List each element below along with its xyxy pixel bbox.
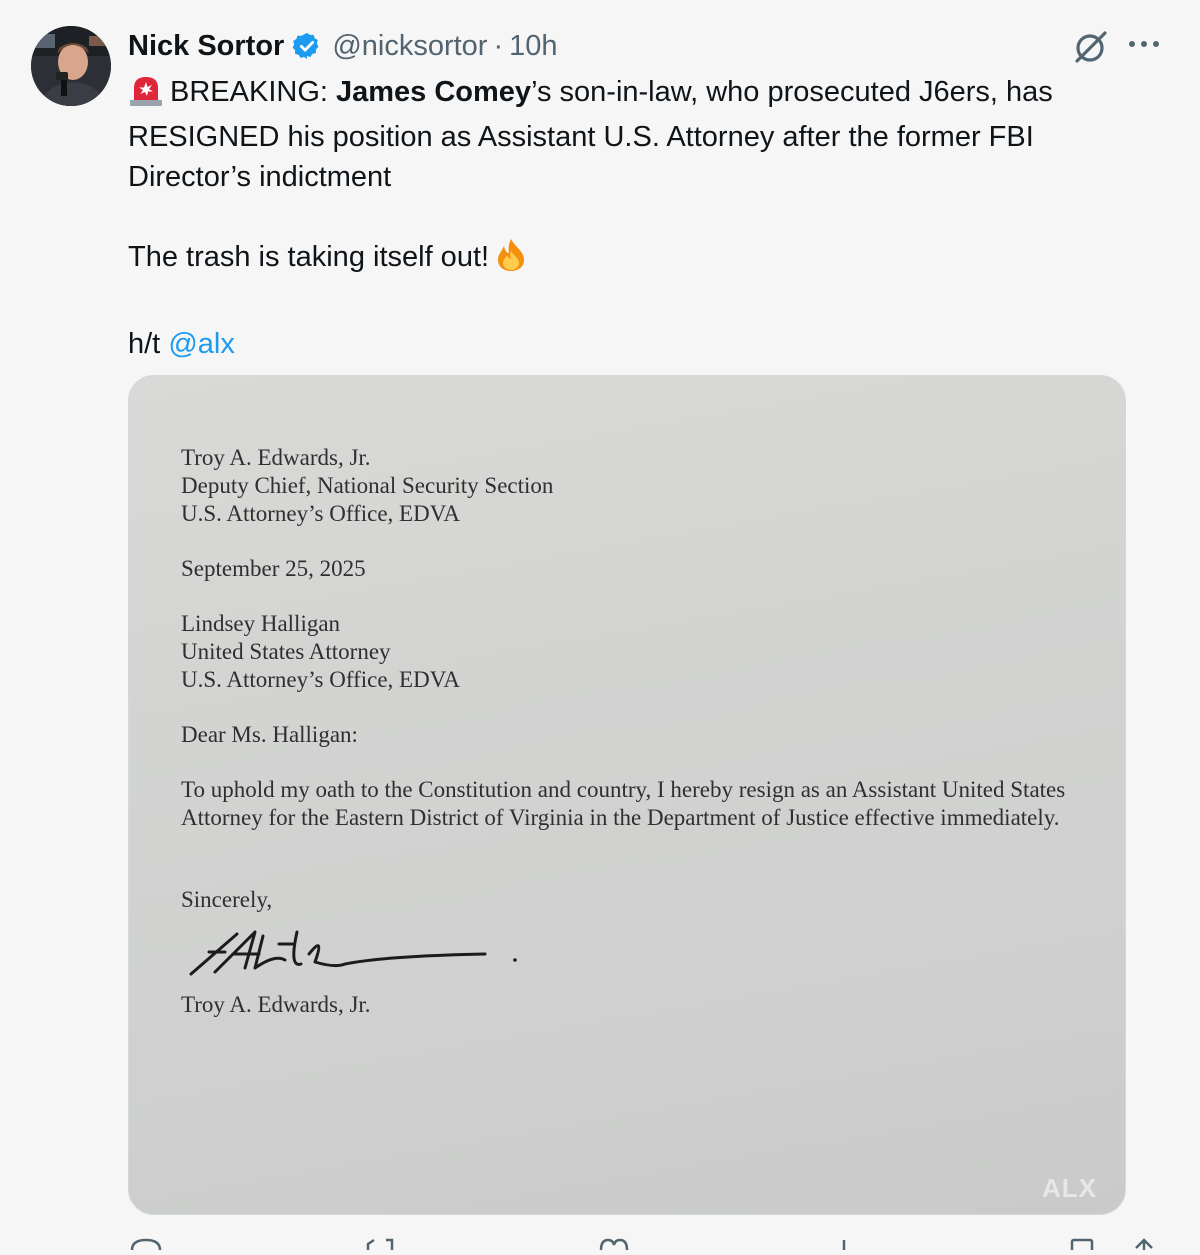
rotating-light-emoji xyxy=(128,74,164,117)
bookmark-icon[interactable] xyxy=(1068,1236,1096,1255)
fire-emoji xyxy=(493,237,529,284)
attached-image[interactable]: Troy A. Edwards, Jr. Deputy Chief, Natio… xyxy=(128,375,1126,1215)
grok-icon[interactable] xyxy=(1072,28,1110,71)
tweet-text: BREAKING: James Comey’s son-in-law, who … xyxy=(128,72,1128,364)
resignation-letter: Troy A. Edwards, Jr. Deputy Chief, Natio… xyxy=(181,444,1111,914)
letter-recipient-title: United States Attorney xyxy=(181,639,391,664)
author-handle[interactable]: @nicksortor xyxy=(332,28,487,64)
letter-signature-name: Troy A. Edwards, Jr. xyxy=(181,992,371,1017)
letter-recipient-name: Lindsey Halligan xyxy=(181,611,341,636)
tweet-paragraph-1: BREAKING: James Comey’s son-in-law, who … xyxy=(128,72,1128,197)
verified-badge-icon[interactable] xyxy=(292,31,322,61)
author-name[interactable]: Nick Sortor xyxy=(128,28,284,64)
mention-link[interactable]: @alx xyxy=(168,328,235,360)
reply-icon[interactable] xyxy=(130,1236,162,1255)
letter-sender-name: Troy A. Edwards, Jr. xyxy=(181,445,371,470)
letter-body-line-1: To uphold my oath to the Constitution an… xyxy=(181,777,1066,802)
breaking-prefix: BREAKING: xyxy=(170,76,336,108)
letter-sender-title: Deputy Chief, National Security Section xyxy=(181,473,554,498)
author-avatar[interactable] xyxy=(31,26,111,106)
tweet-paragraph-2: The trash is taking itself out! xyxy=(128,237,1128,284)
repost-icon[interactable] xyxy=(364,1236,396,1255)
timestamp[interactable]: 10h xyxy=(509,28,557,64)
letter-body-line-2: Attorney for the Eastern District of Vir… xyxy=(181,805,1060,830)
letter-date: September 25, 2025 xyxy=(181,556,366,581)
handwritten-signature xyxy=(185,924,525,989)
letter-sender-office: U.S. Attorney’s Office, EDVA xyxy=(181,501,460,526)
views-icon[interactable] xyxy=(836,1236,852,1255)
letter-closing: Sincerely, xyxy=(181,887,273,912)
tweet-action-bar xyxy=(0,1236,1200,1251)
more-options-icon[interactable] xyxy=(1127,34,1161,59)
letter-salutation: Dear Ms. Halligan: xyxy=(181,722,358,747)
mentioned-name: James Comey xyxy=(336,76,532,108)
like-icon[interactable] xyxy=(598,1236,630,1255)
avatar-photo xyxy=(31,26,111,106)
letter-recipient-office: U.S. Attorney’s Office, EDVA xyxy=(181,667,460,692)
commentary-text: The trash is taking itself out! xyxy=(128,241,490,273)
image-watermark: ALX xyxy=(1042,1173,1097,1203)
hat-tip-prefix: h/t xyxy=(128,328,169,360)
share-icon[interactable] xyxy=(1132,1236,1156,1255)
separator-dot: · xyxy=(493,30,504,62)
tweet-header: Nick Sortor @nicksortor · 10h xyxy=(128,28,558,64)
tweet-paragraph-3: h/t @alx xyxy=(128,324,1128,364)
